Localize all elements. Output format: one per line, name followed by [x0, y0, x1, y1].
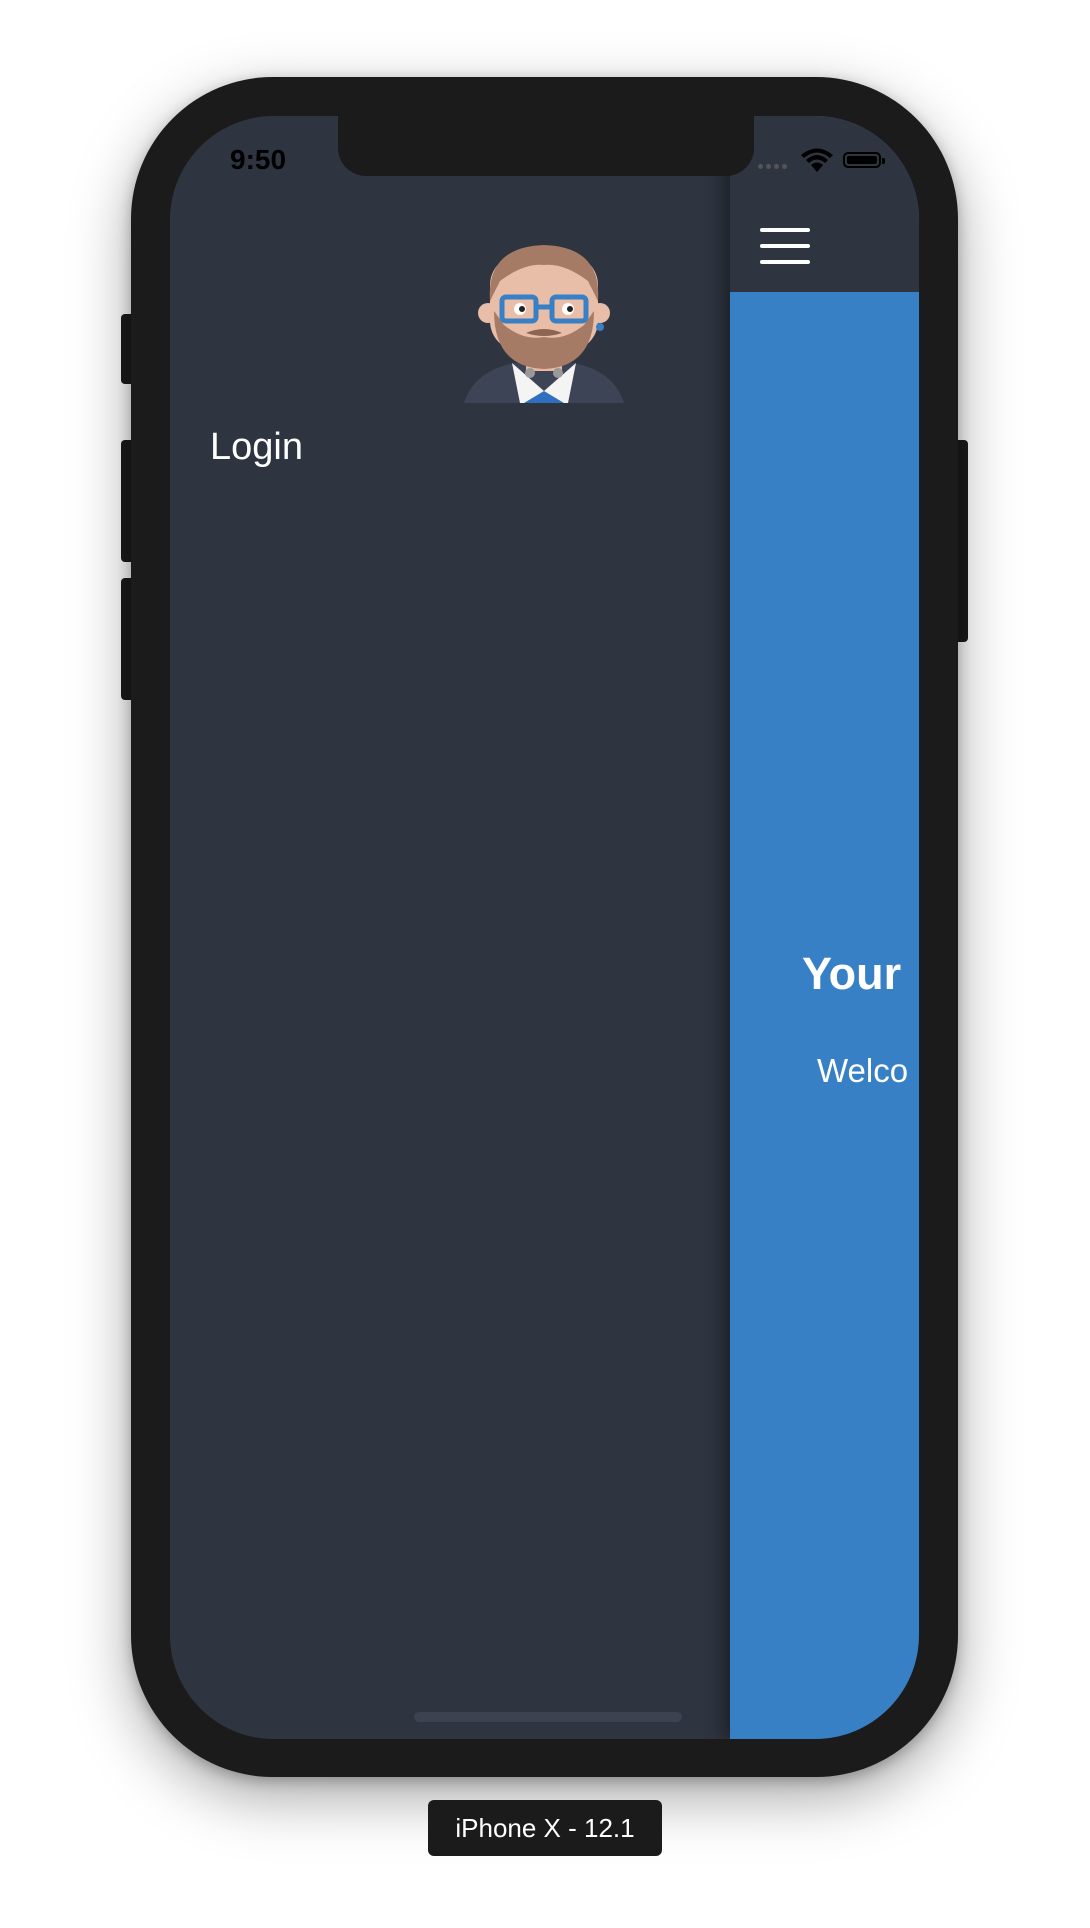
- wifi-icon: [801, 148, 833, 172]
- welcome-text: Welco: [817, 1052, 909, 1089]
- status-time: 9:50: [230, 144, 287, 175]
- battery-icon: [843, 152, 885, 168]
- hamburger-menu-icon[interactable]: [760, 228, 812, 268]
- page-title: Your: [802, 948, 902, 999]
- device-label: iPhone X - 12.1: [428, 1800, 662, 1856]
- avatar: [464, 245, 624, 403]
- cellular-signal-icon: [758, 164, 790, 170]
- screen-notch: [338, 116, 754, 176]
- main-toolbar: [730, 116, 919, 292]
- device-screen: Login Your Welco 9:50: [170, 116, 919, 1739]
- home-indicator[interactable]: [414, 1712, 682, 1722]
- side-drawer: Login: [170, 116, 730, 1739]
- drawer-item-login[interactable]: Login: [210, 426, 303, 469]
- main-content-panel: Your Welco: [730, 116, 919, 1739]
- simulator-stage: Login Your Welco 9:50 iPhone X - 12.1: [0, 0, 1090, 1928]
